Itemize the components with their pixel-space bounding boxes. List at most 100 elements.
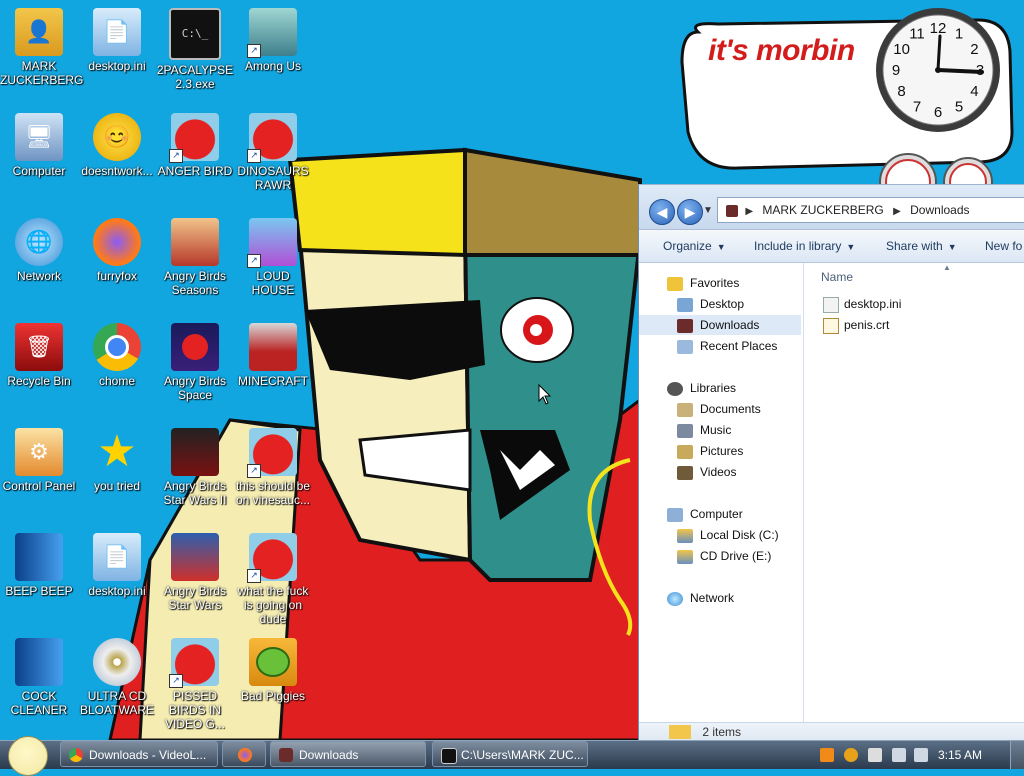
desktop-icon-among-us[interactable]: ↗ Among Us <box>234 8 312 73</box>
status-folder-icon <box>669 725 691 739</box>
forward-button[interactable]: ▶ <box>677 199 703 225</box>
taskbar-button-command-prompt[interactable]: C:\Users\MARK ZUC... <box>432 741 588 767</box>
user-folder-icon: 👤 <box>15 8 63 56</box>
desktop-icon-doesntwork[interactable]: 😊 doesntwork... <box>78 113 156 178</box>
tray-app-icon[interactable] <box>820 748 834 762</box>
config-file-icon: 📄 <box>93 8 141 56</box>
navigation-pane: Favorites Desktop Downloads Recent Place… <box>639 263 804 741</box>
clock-gadget[interactable]: 121234567891011 <box>874 6 1002 134</box>
desktop-icon-chome[interactable]: chome <box>78 323 156 388</box>
dropdown-arrow-icon: ▼ <box>716 242 726 252</box>
desktop-icon-loud-house[interactable]: ↗ LOUD HOUSE <box>234 218 312 297</box>
breadcrumb-chevron-icon: ▶ <box>745 206 754 217</box>
include-in-library-button[interactable]: Include in library ▼ <box>754 239 855 253</box>
desktop-icon-recycle-bin[interactable]: 🗑 Recycle Bin <box>0 323 78 388</box>
nav-local-disk[interactable]: Local Disk (C:) <box>677 525 779 545</box>
tray-network-icon[interactable] <box>892 748 906 762</box>
back-button[interactable]: ◀ <box>649 199 675 225</box>
desktop-icon-minecraft[interactable]: MINECRAFT <box>234 323 312 388</box>
desktop-icon-desktop-ini-2[interactable]: 📄 desktop.ini <box>78 533 156 598</box>
desktop-icon-2pacalypse[interactable]: C:\_ 2PACALYPSE 2.3.exe <box>156 8 234 91</box>
blue-book-icon <box>15 533 63 581</box>
taskbar-button-chrome-downloads[interactable]: Downloads - VideoL... <box>60 741 218 767</box>
desktop-icon-vinesauce[interactable]: ↗ this should be on vinesauc... <box>234 428 312 507</box>
desktop-icon-angry-birds-star-wars[interactable]: Angry Birds Star Wars <box>156 533 234 612</box>
network-globe-icon: 🌐 <box>15 218 63 266</box>
desktop-icon-pissed-birds[interactable]: ↗ PISSED BIRDS IN VIDEO G... <box>156 638 234 731</box>
tray-volume-icon[interactable] <box>914 748 928 762</box>
console-exe-icon: C:\_ <box>169 8 221 60</box>
folder-icon <box>726 204 738 217</box>
tray-search-icon[interactable] <box>844 748 858 762</box>
desktop-icon-furryfox[interactable]: furryfox <box>78 218 156 283</box>
desktop-icon-what-is-going-on[interactable]: ↗ what the fuck is going on dude <box>234 533 312 626</box>
file-item[interactable]: desktop.ini <box>823 295 901 313</box>
show-desktop-button[interactable] <box>1010 741 1024 769</box>
explorer-navigation-bar: ◀ ▶ ▼ ▶ MARK ZUCKERBERG ▶ Downloads <box>639 185 1024 230</box>
clock-numeral: 1 <box>955 26 963 43</box>
desktop-icon-computer[interactable]: 🖥 Computer <box>0 113 78 178</box>
nav-downloads[interactable]: Downloads <box>639 315 801 335</box>
desktop-icon-bad-piggies[interactable]: Bad Piggies <box>234 638 312 703</box>
start-button[interactable] <box>8 736 48 776</box>
desktop-icon-anger-bird[interactable]: ↗ ANGER BIRD <box>156 113 234 178</box>
ini-file-icon <box>823 296 839 313</box>
desktop-icon-mark-zuckerberg[interactable]: 👤 MARK ZUCKERBERG <box>0 8 83 87</box>
breadcrumb-mark-zuckerberg[interactable]: MARK ZUCKERBERG <box>762 203 883 217</box>
nav-favorites[interactable]: Favorites <box>667 273 739 293</box>
dropdown-arrow-icon: ▼ <box>947 242 957 252</box>
address-bar[interactable]: ▶ MARK ZUCKERBERG ▶ Downloads <box>717 197 1024 223</box>
clock-time[interactable]: 3:15 AM <box>938 741 982 769</box>
recycle-bin-icon: 🗑 <box>15 323 63 371</box>
desktop-icon-angry-birds-seasons[interactable]: Angry Birds Seasons <box>156 218 234 297</box>
clock-numeral: 12 <box>930 20 947 37</box>
control-panel-icon: ⚙ <box>15 428 63 476</box>
nav-libraries[interactable]: Libraries <box>667 378 736 398</box>
videos-icon <box>677 465 693 480</box>
taskbar-button-explorer-downloads[interactable]: Downloads <box>270 741 426 767</box>
desktop-icon-ultra-cd-bloatware[interactable]: ULTRA CD BLOATWARE <box>78 638 156 717</box>
computer-icon <box>667 507 683 522</box>
desktop-icon-control-panel[interactable]: ⚙ Control Panel <box>0 428 78 493</box>
nav-documents[interactable]: Documents <box>677 399 761 419</box>
nav-recent-places[interactable]: Recent Places <box>677 336 777 356</box>
desktop-icon-dinosaurs-rawr[interactable]: ↗ DINOSAURS RAWR <box>234 113 312 192</box>
desktop-icon-angry-birds-star-wars-ii[interactable]: Angry Birds Star Wars II <box>156 428 234 507</box>
taskbar-button-firefox[interactable] <box>222 741 266 767</box>
breadcrumb-downloads[interactable]: Downloads <box>910 203 969 217</box>
column-header-name[interactable]: Name <box>821 270 853 284</box>
nav-cd-drive[interactable]: CD Drive (E:) <box>677 546 771 566</box>
nav-desktop[interactable]: Desktop <box>677 294 744 314</box>
nav-computer[interactable]: Computer <box>667 504 743 524</box>
angry-birds-star-wars-ii-icon <box>171 428 219 476</box>
nav-videos[interactable]: Videos <box>677 462 736 482</box>
nav-music[interactable]: Music <box>677 420 731 440</box>
recent-pages-dropdown[interactable]: ▼ <box>703 205 713 216</box>
file-item[interactable]: penis.crt <box>823 316 889 334</box>
clock-numeral: 6 <box>934 104 942 121</box>
command-bar: Organize ▼ Include in library ▼ Share with… <box>639 230 1024 263</box>
minecraft-icon <box>249 323 297 371</box>
desktop-icon-beep-beep[interactable]: BEEP BEEP <box>0 533 78 598</box>
desktop-icon-desktop-ini[interactable]: 📄 desktop.ini <box>78 8 156 73</box>
share-with-button[interactable]: Share with ▼ <box>886 239 957 253</box>
tray-flag-icon[interactable] <box>868 748 882 762</box>
desktop-icon-cock-cleaner[interactable]: COCK CLEANER <box>0 638 78 717</box>
angry-bird-icon: ↗ <box>169 638 219 688</box>
console-icon <box>441 748 457 764</box>
documents-icon <box>677 402 693 417</box>
desktop-icon-network[interactable]: 🌐 Network <box>0 218 78 283</box>
new-folder-button[interactable]: New fo <box>985 239 1022 253</box>
nav-pictures[interactable]: Pictures <box>677 441 743 461</box>
bad-piggies-icon <box>249 638 297 686</box>
dropdown-arrow-icon: ▼ <box>846 242 856 252</box>
bubble-text: it's morbin <box>708 34 855 67</box>
yahoo-messenger-icon: 😊 <box>93 113 141 161</box>
desktop-icon-you-tried[interactable]: ★ you tried <box>78 427 156 494</box>
nav-network[interactable]: Network <box>667 588 734 608</box>
angry-birds-space-icon <box>171 323 219 371</box>
organize-button[interactable]: Organize ▼ <box>663 239 726 253</box>
gold-star-icon: ★ <box>97 427 137 476</box>
desktop-icon-angry-birds-space[interactable]: Angry Birds Space <box>156 323 234 402</box>
certificate-file-icon <box>823 317 839 334</box>
